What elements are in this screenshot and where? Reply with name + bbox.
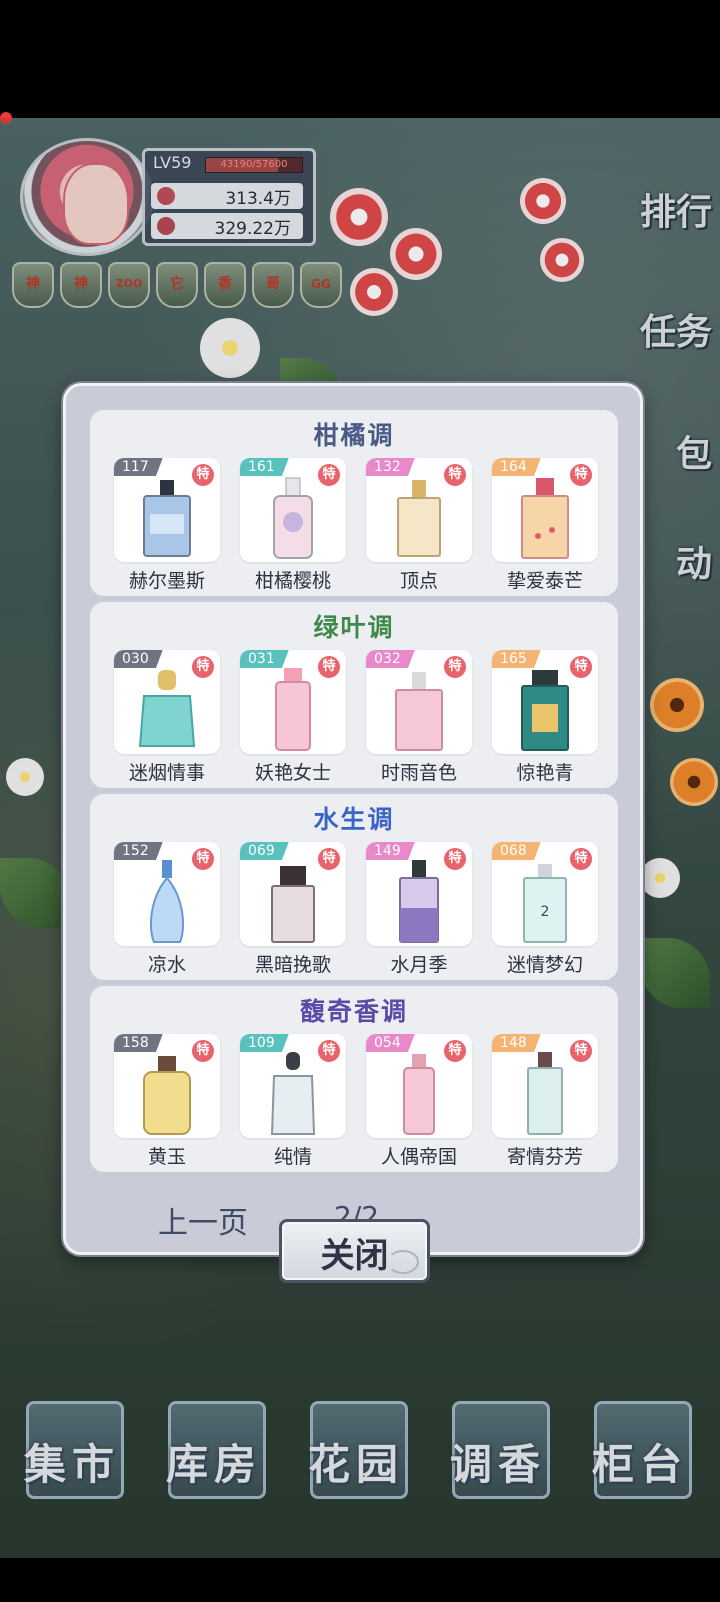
bottle-label: 2 [541, 904, 550, 920]
perfume-name: 柑橘樱桃 [254, 570, 331, 592]
perfume-number: 158 [114, 1034, 163, 1052]
perfume-name: 时雨音色 [380, 762, 457, 784]
perfume-name: 寄情芬芳 [506, 1146, 583, 1168]
perfume-number: 030 [114, 650, 163, 668]
perfume-card-box: 165 特 [492, 650, 598, 754]
perfume-number: 149 [366, 842, 415, 860]
special-badge: 特 [190, 654, 216, 680]
special-badge: 特 [190, 1038, 216, 1064]
perfume-number: 132 [366, 458, 415, 476]
special-badge: 特 [190, 846, 216, 872]
perfume-card-box: 054 特 [366, 1034, 472, 1138]
perfume-collection-modal: 柑橘调 117 特 赫尔墨斯 161 特 柑橘樱桃 132 特 顶点 164 特… [63, 383, 643, 1255]
section-green: 绿叶调 030 特 迷烟情事 031 特 妖艳女士 032 特 时雨音色 165… [90, 602, 618, 788]
perfume-name: 人偶帝国 [380, 1146, 457, 1168]
special-badge: 特 [568, 1038, 594, 1064]
perfume-name: 惊艳青 [516, 762, 574, 784]
perfume-card[interactable]: 152 特 凉水 [114, 842, 220, 976]
perfume-name: 顶点 [399, 570, 438, 592]
special-badge: 特 [316, 654, 342, 680]
perfume-number: 165 [492, 650, 541, 668]
special-badge: 特 [568, 654, 594, 680]
special-badge: 特 [190, 462, 216, 488]
perfume-number: 031 [240, 650, 289, 668]
perfume-card-box: 149 特 [366, 842, 472, 946]
perfume-name: 凉水 [147, 954, 186, 976]
perfume-card[interactable]: 149 特 水月季 [366, 842, 472, 976]
perfume-number: 152 [114, 842, 163, 860]
prev-page-button[interactable]: 上一页 [158, 1198, 248, 1242]
section-fougere: 馥奇香调 158 特 黄玉 109 特 纯情 054 特 人偶帝国 148 特 … [90, 986, 618, 1172]
perfume-card-box: 069 特 [240, 842, 346, 946]
perfume-number: 117 [114, 458, 163, 476]
perfume-number: 109 [240, 1034, 289, 1052]
perfume-number: 148 [492, 1034, 541, 1052]
section-title: 馥奇香调 [299, 997, 408, 1026]
special-badge: 特 [568, 846, 594, 872]
perfume-card-box: 031 特 [240, 650, 346, 754]
perfume-name: 迷情梦幻 [506, 954, 583, 976]
perfume-name: 纯情 [273, 1146, 312, 1168]
perfume-card[interactable]: 117 特 赫尔墨斯 [114, 458, 220, 592]
perfume-card[interactable]: 031 特 妖艳女士 [240, 650, 346, 784]
perfume-card[interactable]: 161 特 柑橘樱桃 [240, 458, 346, 592]
perfume-card[interactable]: 032 特 时雨音色 [366, 650, 472, 784]
perfume-card-box: 032 特 [366, 650, 472, 754]
system-nav-bar [0, 1558, 720, 1602]
perfume-number: 032 [366, 650, 415, 668]
perfume-card-box: 148 特 [492, 1034, 598, 1138]
perfume-card[interactable]: 132 特 顶点 [366, 458, 472, 592]
perfume-card[interactable]: 165 特 惊艳青 [492, 650, 598, 784]
special-badge: 特 [442, 1038, 468, 1064]
section-title: 水生调 [313, 805, 395, 834]
perfume-card[interactable]: 148 特 寄情芬芳 [492, 1034, 598, 1168]
section-citrus: 柑橘调 117 特 赫尔墨斯 161 特 柑橘樱桃 132 特 顶点 164 特… [90, 410, 618, 596]
special-badge: 特 [442, 654, 468, 680]
perfume-name: 妖艳女士 [254, 762, 331, 784]
section-aquatic: 水生调 152 特 凉水 069 特 黑暗挽歌 149 特 水月季 2 068 … [90, 794, 618, 980]
perfume-name: 迷烟情事 [128, 762, 205, 784]
perfume-card-box: 030 特 [114, 650, 220, 754]
section-title: 柑橘调 [313, 421, 395, 450]
perfume-card-box: 117 特 [114, 458, 220, 562]
perfume-card[interactable]: 2 068 特 迷情梦幻 [492, 842, 598, 976]
perfume-card[interactable]: 164 特 挚爱泰芒 [492, 458, 598, 592]
close-button[interactable]: 关闭 [279, 1219, 430, 1283]
swirl-decoration [387, 1250, 419, 1274]
special-badge: 特 [316, 462, 342, 488]
status-bar [0, 0, 720, 118]
perfume-name: 挚爱泰芒 [506, 570, 583, 592]
perfume-name: 黄玉 [147, 1146, 186, 1168]
perfume-number: 054 [366, 1034, 415, 1052]
perfume-number: 161 [240, 458, 289, 476]
perfume-card[interactable]: 158 特 黄玉 [114, 1034, 220, 1168]
perfume-number: 069 [240, 842, 289, 860]
special-badge: 特 [568, 462, 594, 488]
perfume-card-box: 158 特 [114, 1034, 220, 1138]
perfume-card-box: 2 068 特 [492, 842, 598, 946]
perfume-name: 水月季 [390, 954, 448, 976]
perfume-card-box: 109 特 [240, 1034, 346, 1138]
perfume-number: 164 [492, 458, 541, 476]
special-badge: 特 [442, 462, 468, 488]
perfume-card-box: 164 特 [492, 458, 598, 562]
perfume-card[interactable]: 054 特 人偶帝国 [366, 1034, 472, 1168]
perfume-card-box: 161 特 [240, 458, 346, 562]
perfume-name: 赫尔墨斯 [128, 570, 205, 592]
perfume-card[interactable]: 030 特 迷烟情事 [114, 650, 220, 784]
special-badge: 特 [316, 1038, 342, 1064]
special-badge: 特 [316, 846, 342, 872]
perfume-name: 黑暗挽歌 [254, 954, 331, 976]
perfume-number: 068 [492, 842, 541, 860]
special-badge: 特 [442, 846, 468, 872]
perfume-card-box: 152 特 [114, 842, 220, 946]
perfume-card-box: 132 特 [366, 458, 472, 562]
perfume-card[interactable]: 109 特 纯情 [240, 1034, 346, 1168]
perfume-card[interactable]: 069 特 黑暗挽歌 [240, 842, 346, 976]
section-title: 绿叶调 [313, 613, 395, 642]
